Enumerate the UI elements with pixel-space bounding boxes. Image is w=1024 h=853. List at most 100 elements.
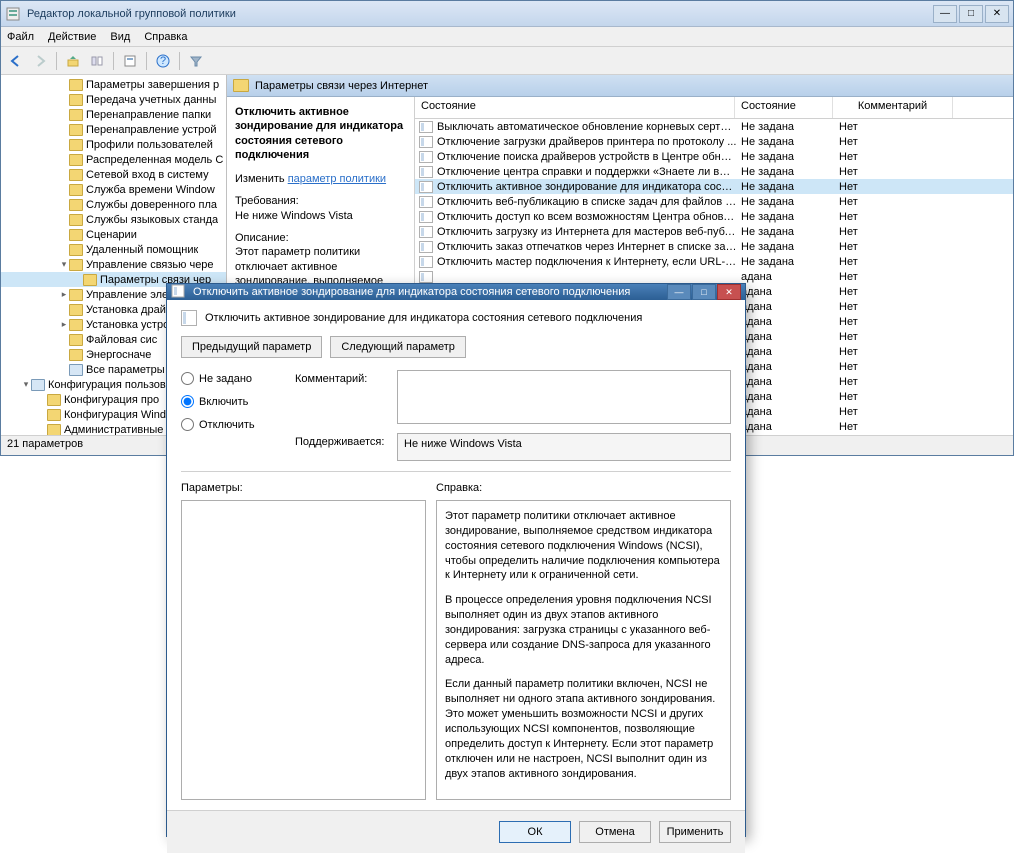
folder-icon xyxy=(69,139,83,151)
tree-item[interactable]: ▾Управление связью чере xyxy=(1,257,226,272)
forward-button[interactable] xyxy=(29,50,51,72)
list-row[interactable]: Отключить активное зондирование для инди… xyxy=(415,179,1013,194)
radio-enable[interactable]: Включить xyxy=(181,395,281,408)
cell-state: Не задана xyxy=(737,121,835,133)
status-text: 21 параметров xyxy=(7,438,83,450)
dialog-maximize-button[interactable]: □ xyxy=(692,284,716,300)
list-row[interactable]: Отключить доступ ко всем возможностям Це… xyxy=(415,209,1013,224)
folder-icon xyxy=(47,394,61,406)
cell-name: Отключение поиска драйверов устройств в … xyxy=(437,151,737,163)
col-comment[interactable]: Комментарий xyxy=(833,97,953,118)
list-row[interactable]: аданаНет xyxy=(415,269,1013,284)
dialog-close-button[interactable]: ✕ xyxy=(717,284,741,300)
folder-icon xyxy=(69,214,83,226)
cell-state: адана xyxy=(737,406,835,418)
menu-help[interactable]: Справка xyxy=(144,31,187,43)
menu-file[interactable]: Файл xyxy=(7,31,34,43)
list-header: Состояние Состояние Комментарий xyxy=(415,97,1013,119)
tree-label: Файловая сис xyxy=(86,334,157,346)
cell-comment: Нет xyxy=(835,316,955,328)
tree-item[interactable]: Службы доверенного пла xyxy=(1,197,226,212)
list-row[interactable]: Отключить заказ отпечатков через Интерне… xyxy=(415,239,1013,254)
list-row[interactable]: Отключение поиска драйверов устройств в … xyxy=(415,149,1013,164)
list-row[interactable]: Отключение центра справки и поддержки «З… xyxy=(415,164,1013,179)
list-row[interactable]: Отключить загрузку из Интернета для маст… xyxy=(415,224,1013,239)
folder-icon xyxy=(69,109,83,121)
list-row[interactable]: Отключить веб-публикацию в списке задач … xyxy=(415,194,1013,209)
cell-comment: Нет xyxy=(835,211,955,223)
main-titlebar: Редактор локальной групповой политики — … xyxy=(1,1,1013,27)
ok-button[interactable]: ОК xyxy=(499,821,571,843)
comment-label: Комментарий: xyxy=(295,370,389,427)
tree-item[interactable]: Сетевой вход в систему xyxy=(1,167,226,182)
cell-comment: Нет xyxy=(835,256,955,268)
tree-label: Все параметры xyxy=(86,364,165,376)
tree-item[interactable]: Перенаправление папки xyxy=(1,107,226,122)
tree-expander[interactable]: ▾ xyxy=(21,379,31,390)
tree-item[interactable]: Параметры завершения р xyxy=(1,77,226,92)
settings-bottom: Параметры: Справка: Этот параметр полити… xyxy=(181,482,731,800)
folder-icon xyxy=(233,79,249,92)
radio-disable[interactable]: Отключить xyxy=(181,418,281,431)
apply-button[interactable]: Применить xyxy=(659,821,731,843)
radio-notset[interactable]: Не задано xyxy=(181,372,281,385)
close-button[interactable]: ✕ xyxy=(985,5,1009,23)
cell-state: Не задана xyxy=(737,226,835,238)
folder-icon xyxy=(69,154,83,166)
cell-name: Отключение центра справки и поддержки «З… xyxy=(437,166,737,178)
dialog-minimize-button[interactable]: — xyxy=(667,284,691,300)
col-name[interactable]: Состояние xyxy=(415,97,735,118)
policy-item-icon xyxy=(419,121,433,133)
menu-view[interactable]: Вид xyxy=(110,31,130,43)
tree-expander[interactable]: ▸ xyxy=(59,319,69,330)
tree-label: Конфигурация про xyxy=(64,394,159,406)
cell-comment: Нет xyxy=(835,331,955,343)
desc-edit: Изменить параметр политики xyxy=(235,172,406,186)
list-row[interactable]: Отключить мастер подключения к Интернету… xyxy=(415,254,1013,269)
comment-textarea[interactable] xyxy=(397,370,731,424)
up-button[interactable] xyxy=(62,50,84,72)
col-state[interactable]: Состояние xyxy=(735,97,833,118)
cancel-button[interactable]: Отмена xyxy=(579,821,651,843)
tree-label: Перенаправление устрой xyxy=(86,124,216,136)
cell-state: Не задана xyxy=(737,181,835,193)
radio-group: Не задано Включить Отключить xyxy=(181,370,281,461)
menu-action[interactable]: Действие xyxy=(48,31,96,43)
prev-param-button[interactable]: Предыдущий параметр xyxy=(181,336,322,358)
maximize-button[interactable]: □ xyxy=(959,5,983,23)
tree-item[interactable]: Распределенная модель С xyxy=(1,152,226,167)
tree-item[interactable]: Профили пользователей xyxy=(1,137,226,152)
policy-item-icon xyxy=(419,271,433,283)
dialog-titlebar[interactable]: Отключить активное зондирование для инди… xyxy=(167,284,745,300)
dialog-icon xyxy=(171,284,187,300)
tree-expander[interactable]: ▾ xyxy=(59,259,69,270)
menubar: Файл Действие Вид Справка xyxy=(1,27,1013,47)
list-row[interactable]: Отключение загрузки драйверов принтера п… xyxy=(415,134,1013,149)
help-button[interactable]: ? xyxy=(152,50,174,72)
cell-state: адана xyxy=(737,376,835,388)
cell-comment: Нет xyxy=(835,346,955,358)
properties-button[interactable] xyxy=(119,50,141,72)
list-row[interactable]: Выключать автоматическое обновление корн… xyxy=(415,119,1013,134)
show-hide-button[interactable] xyxy=(86,50,108,72)
tree-item[interactable]: Сценарии xyxy=(1,227,226,242)
tree-item[interactable]: Служба времени Window xyxy=(1,182,226,197)
cell-state: Не задана xyxy=(737,151,835,163)
cell-state: адана xyxy=(737,316,835,328)
next-param-button[interactable]: Следующий параметр xyxy=(330,336,466,358)
policy-item-icon xyxy=(419,196,433,208)
params-column: Параметры: xyxy=(181,482,426,800)
tree-item[interactable]: Передача учетных данны xyxy=(1,92,226,107)
filter-button[interactable] xyxy=(185,50,207,72)
cell-comment: Нет xyxy=(835,361,955,373)
back-button[interactable] xyxy=(5,50,27,72)
policy-item-icon xyxy=(419,256,433,268)
tree-expander[interactable]: ▸ xyxy=(59,289,69,300)
tree-item[interactable]: Перенаправление устрой xyxy=(1,122,226,137)
edit-policy-link[interactable]: параметр политики xyxy=(288,173,386,185)
tree-item[interactable]: Службы языковых станда xyxy=(1,212,226,227)
tree-item[interactable]: Удаленный помощник xyxy=(1,242,226,257)
minimize-button[interactable]: — xyxy=(933,5,957,23)
cell-state: Не задана xyxy=(737,256,835,268)
cell-state: адана xyxy=(737,301,835,313)
